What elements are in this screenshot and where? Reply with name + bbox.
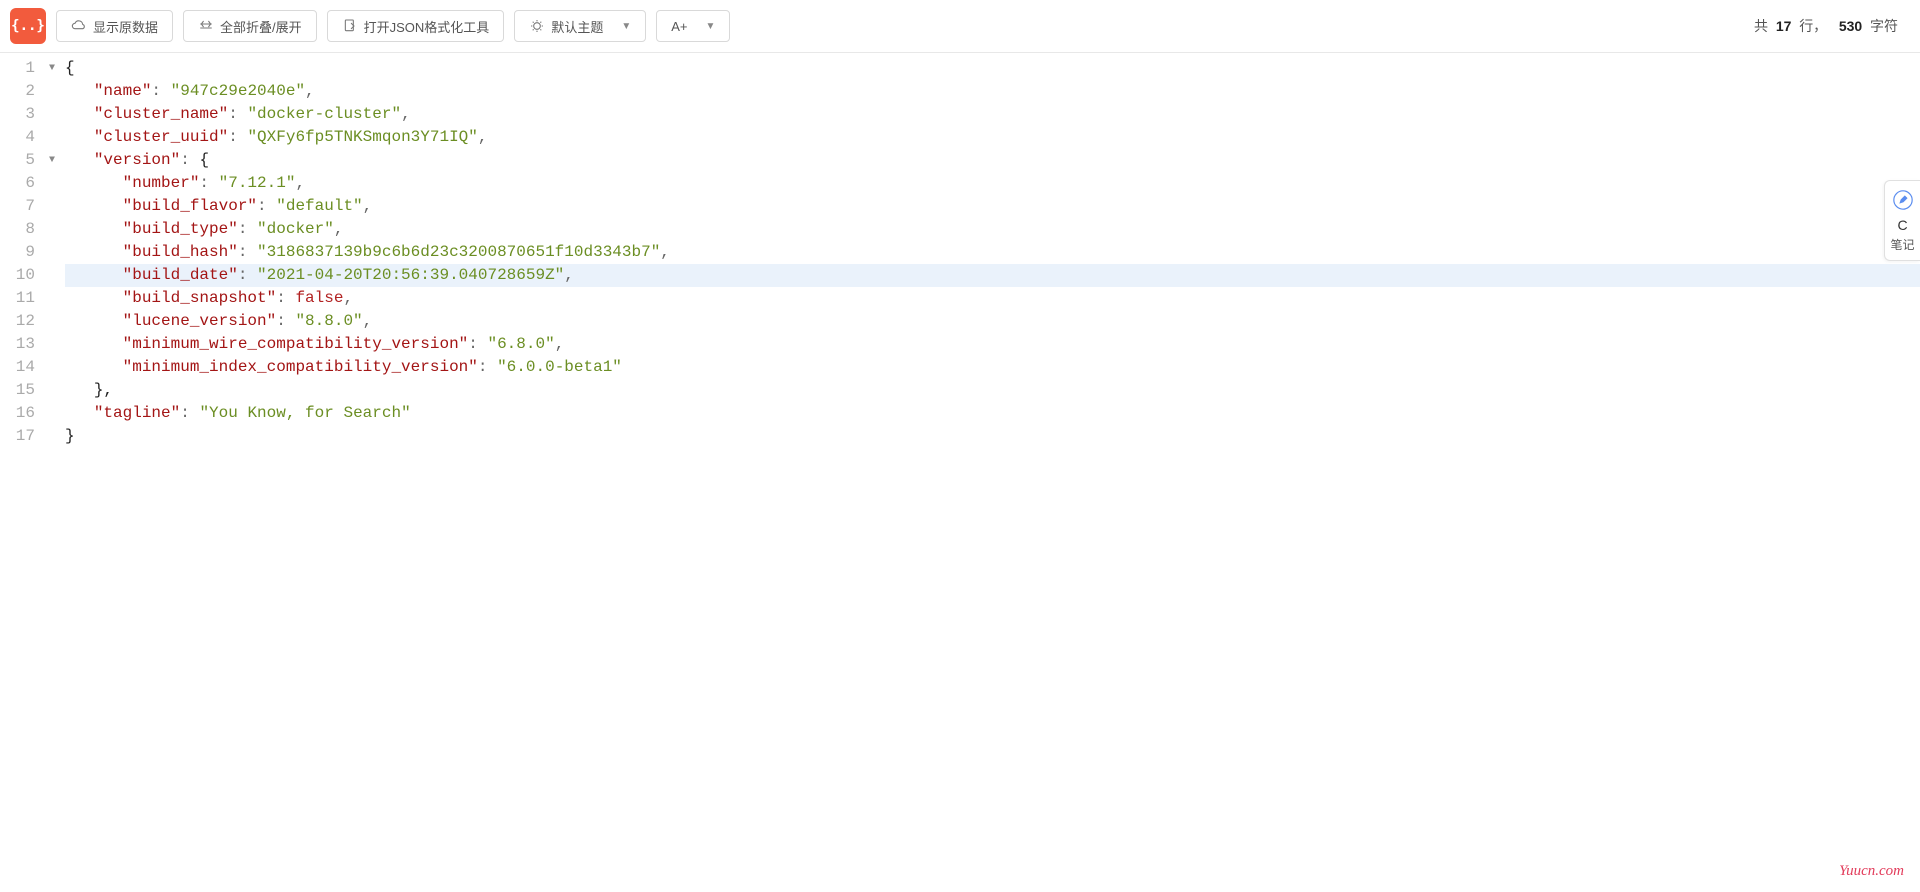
line-number: 4 [0,126,45,149]
fold-marker [45,356,59,379]
open-json-tool-label: 打开JSON格式化工具 [364,17,490,36]
code-line[interactable]: "build_date": "2021-04-20T20:56:39.04072… [65,264,1920,287]
theme-dropdown[interactable]: 默认主题 ▼ [514,10,646,42]
code-line[interactable]: "build_type": "docker", [65,218,1920,241]
fold-marker [45,425,59,448]
line-number: 13 [0,333,45,356]
code-line[interactable]: } [65,425,1920,448]
line-number: 2 [0,80,45,103]
fold-marker [45,80,59,103]
fold-marker [45,103,59,126]
side-note-label: 笔记 [1890,239,1914,252]
code-line[interactable]: "build_hash": "3186837139b9c6b6d23c32008… [65,241,1920,264]
show-raw-button[interactable]: 显示原数据 [56,10,173,42]
fold-marker [45,287,59,310]
stats-text: 共 17 行， 530 字符 [1754,16,1910,36]
line-number: 6 [0,172,45,195]
line-number: 8 [0,218,45,241]
code-line[interactable]: }, [65,379,1920,402]
line-number: 16 [0,402,45,425]
fold-marker[interactable]: ▼ [45,57,59,80]
fold-marker [45,126,59,149]
collapse-icon [198,18,214,34]
cloud-icon [71,18,87,34]
fold-marker [45,379,59,402]
line-number: 3 [0,103,45,126]
open-json-tool-button[interactable]: 打开JSON格式化工具 [327,10,505,42]
fold-marker [45,241,59,264]
fold-marker [45,402,59,425]
toolbar: {..} 显示原数据 全部折叠/展开 打开JSON格式化工具 默认主题 ▼ A+… [0,0,1920,53]
fold-marker [45,172,59,195]
line-number: 11 [0,287,45,310]
side-c-label: C [1897,217,1907,233]
code-line[interactable]: "cluster_uuid": "QXFy6fp5TNKSmqon3Y71IQ"… [65,126,1920,149]
code-line[interactable]: "minimum_index_compatibility_version": "… [65,356,1920,379]
fold-marker [45,333,59,356]
fold-expand-label: 全部折叠/展开 [220,17,302,36]
theme-icon [529,18,545,34]
app-logo: {..} [10,8,46,44]
line-number: 10 [0,264,45,287]
line-number: 1 [0,57,45,80]
pen-icon [1892,189,1914,211]
code-line[interactable]: "tagline": "You Know, for Search" [65,402,1920,425]
fold-marker [45,195,59,218]
fold-column: ▼▼ [45,53,59,452]
fold-marker [45,264,59,287]
fold-marker [45,310,59,333]
watermark: Yuucn.com [1839,863,1904,880]
json-editor[interactable]: 1234567891011121314151617 ▼▼ { "name": "… [0,53,1920,452]
code-line[interactable]: "name": "947c29e2040e", [65,80,1920,103]
line-number: 15 [0,379,45,402]
side-notes-widget[interactable]: C 笔记 [1884,180,1920,261]
logo-text: {..} [11,18,45,34]
code-line[interactable]: "lucene_version": "8.8.0", [65,310,1920,333]
code-area[interactable]: { "name": "947c29e2040e", "cluster_name"… [59,53,1920,452]
fold-expand-button[interactable]: 全部折叠/展开 [183,10,317,42]
code-line[interactable]: "number": "7.12.1", [65,172,1920,195]
fold-marker[interactable]: ▼ [45,149,59,172]
line-number: 17 [0,425,45,448]
line-gutter: 1234567891011121314151617 [0,53,45,452]
line-number: 5 [0,149,45,172]
show-raw-label: 显示原数据 [93,17,158,36]
chevron-down-icon: ▼ [621,21,631,32]
code-line[interactable]: "version": { [65,149,1920,172]
line-number: 7 [0,195,45,218]
line-number: 12 [0,310,45,333]
chevron-down-icon: ▼ [706,21,716,32]
fold-marker [45,218,59,241]
code-line[interactable]: "minimum_wire_compatibility_version": "6… [65,333,1920,356]
code-line[interactable]: { [65,57,1920,80]
line-number: 14 [0,356,45,379]
code-line[interactable]: "cluster_name": "docker-cluster", [65,103,1920,126]
theme-label: 默认主题 [551,17,603,36]
line-number: 9 [0,241,45,264]
code-line[interactable]: "build_flavor": "default", [65,195,1920,218]
font-size-dropdown[interactable]: A+ ▼ [656,10,730,42]
code-line[interactable]: "build_snapshot": false, [65,287,1920,310]
font-size-label: A+ [671,19,687,34]
edit-doc-icon [342,18,358,34]
